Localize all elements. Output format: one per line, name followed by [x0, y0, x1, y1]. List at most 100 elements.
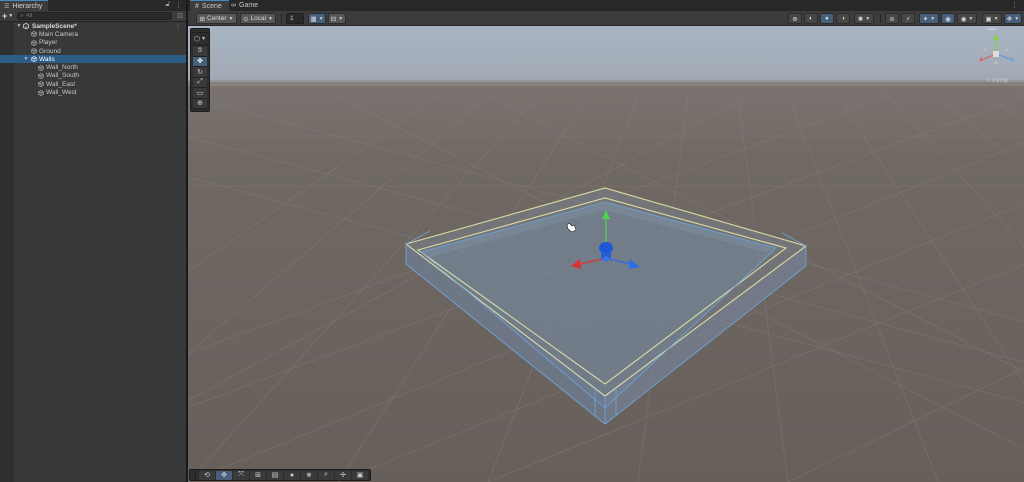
search-input[interactable] — [25, 13, 171, 19]
tree-row-main-camera[interactable]: Main Camera — [0, 30, 186, 38]
local-space-icon: ⊙ — [243, 15, 249, 23]
tree-row-wall-south[interactable]: Wall_South — [0, 72, 186, 80]
grid-icon: ⋇ — [306, 472, 312, 479]
view-tool-button[interactable]: ✋︎ — [193, 46, 207, 57]
gameobject-icon — [31, 48, 37, 54]
tree-row-scene[interactable]: ▼ SampleScene* ⋮ — [0, 22, 186, 30]
expand-arrow-icon[interactable]: ▼ — [23, 56, 29, 62]
transform-tool-button[interactable]: ⊕ — [193, 98, 207, 109]
scene-viewport[interactable]: ⬡ ▼ ✋︎ ✥ ↻ ⤢ ▭ ⊕ < Persp ⟲ ✥ ⤧ ⊞ ▤ ● ⋇ ⌕… — [188, 26, 1024, 482]
unlit-button[interactable]: ◑ — [836, 13, 850, 24]
transform-button[interactable]: ✢ — [335, 470, 351, 480]
projection-label[interactable]: < Persp — [987, 78, 1008, 84]
zoom-button[interactable]: ⌕ — [318, 470, 334, 480]
overlay-grip[interactable] — [192, 471, 196, 479]
tree-row-walls[interactable]: ▼ Walls — [0, 55, 186, 64]
snap-icon: ⊟ — [330, 15, 337, 23]
tree-row-ground[interactable]: Ground — [0, 47, 186, 55]
gameobject-icon — [38, 89, 44, 96]
camera-icon: ▣ — [356, 472, 364, 479]
row-menu-icon[interactable]: ⋮ — [175, 23, 181, 30]
rotate-tool-button[interactable]: ↻ — [193, 67, 207, 78]
panel-menu-icon[interactable]: ⋮ — [1011, 1, 1018, 9]
chevron-down-icon: ▼ — [268, 15, 273, 22]
tree-item-label: Wall_South — [46, 72, 79, 80]
effects-dropdown[interactable]: ✦ ▼ — [919, 13, 939, 24]
scene-visibility-button[interactable]: ◉ — [941, 13, 955, 24]
moon-icon: ◑ — [841, 15, 845, 22]
pivot-space-label: Local — [250, 15, 267, 22]
pivot-center-icon: ⊞ — [199, 15, 205, 23]
search-icon: ⌕ — [20, 12, 24, 19]
hidden-objects-dropdown[interactable]: ◉ ▼ — [957, 13, 977, 24]
chevron-down-icon: ▼ — [930, 15, 936, 22]
tree-item-label: Wall_West — [46, 89, 77, 97]
hierarchy-tree: ▼ SampleScene* ⋮ Main Camera Player Grou… — [0, 22, 186, 97]
shaded-wireframe-button[interactable]: ◐ — [804, 13, 818, 24]
tree-item-label: Main Camera — [39, 30, 79, 38]
hierarchy-tabbar: ☰ Hierarchy 🔓︎ ⋮ — [0, 0, 186, 11]
chevron-down-icon: ▼ — [968, 15, 974, 22]
expand-arrow-icon[interactable]: ▼ — [16, 23, 22, 29]
2d-toggle-button[interactable]: ⊘ — [885, 13, 899, 24]
rect-tool-button[interactable]: ▭ — [193, 88, 207, 99]
gizmos-dropdown[interactable]: ✥ ▼ — [1004, 13, 1022, 24]
tab-scene[interactable]: # Scene — [190, 0, 229, 11]
tree-item-label: Wall_North — [46, 64, 78, 72]
tree-item-label: Walls — [39, 55, 55, 63]
tree-row-wall-north[interactable]: Wall_North — [0, 63, 186, 71]
search-icon: ⌕ — [324, 471, 328, 478]
align-icon: ⤧ — [238, 471, 244, 478]
pivot-space-dropdown[interactable]: ⊙ Local ▼ — [240, 13, 276, 24]
grid-snap-input[interactable]: 1 — [286, 13, 304, 24]
effects-icon: ✦ — [922, 15, 929, 23]
gameobject-icon — [31, 31, 37, 38]
align-button[interactable]: ⤧ — [233, 470, 249, 480]
tree-item-label: Ground — [39, 47, 61, 55]
snap-settings-dropdown[interactable]: ⊟ ▼ — [328, 13, 346, 24]
tab-game[interactable]: ∞ Game — [226, 0, 265, 11]
move-arrows-icon: ✥ — [197, 58, 203, 66]
move-tool-button[interactable]: ✥ — [193, 56, 207, 67]
bug-icon: ✺ — [857, 15, 864, 23]
camera-settings-dropdown[interactable]: ▣ ▼ — [982, 13, 1002, 24]
pivot-mode-dropdown[interactable]: ⊞ Center ▼ — [196, 13, 237, 24]
tree-row-wall-west[interactable]: Wall_West — [0, 88, 186, 96]
orbit-button[interactable]: ⟲ — [199, 470, 215, 480]
scale-tool-button[interactable]: ⤢ — [193, 77, 207, 88]
shaded-button[interactable]: ● — [820, 13, 834, 24]
layout-button[interactable]: ▤ — [267, 470, 283, 480]
panel-menu-icon[interactable]: ⋮ — [175, 1, 182, 9]
pivot-mode-label: Center — [207, 15, 227, 22]
scene-tabbar: # Scene ∞ Game ⋮ — [188, 0, 1024, 11]
snap-button[interactable]: ⊞ — [250, 470, 266, 480]
scene-name: SampleScene* — [32, 22, 77, 30]
tree-row-wall-east[interactable]: Wall_East — [0, 80, 186, 88]
add-object-button[interactable]: + ▼ — [2, 11, 13, 21]
gameobject-icon — [38, 64, 44, 71]
gameobject-icon — [38, 73, 44, 79]
sphere-button[interactable]: ● — [284, 470, 300, 480]
gameobject-icon — [38, 81, 44, 88]
tree-row-player[interactable]: Player — [0, 39, 186, 47]
scene-panel: # Scene ∞ Game ⋮ ⊞ Center ▼ ⊙ Local ▼ 1 … — [188, 0, 1024, 482]
hierarchy-search[interactable]: ⌕ — [17, 12, 172, 20]
hierarchy-toolbar: +▼ ⌕ ⊡ — [0, 11, 186, 22]
scene-search-icon[interactable]: ⊡ — [176, 12, 184, 20]
transform-icon: ✢ — [340, 472, 346, 479]
camera-button[interactable]: ▣ — [352, 470, 368, 480]
scene-render — [188, 26, 1024, 482]
hierarchy-tab[interactable]: ☰ Hierarchy — [0, 0, 49, 11]
lock-icon[interactable]: 🔓︎ — [165, 1, 170, 9]
tool-settings-dropdown[interactable]: ⬡ ▼ — [191, 33, 209, 46]
layout-icon: ▤ — [271, 472, 279, 479]
grid-align-button[interactable]: ⋇ — [301, 470, 317, 480]
grid-visibility-dropdown[interactable]: ▦ ▼ — [308, 13, 326, 24]
draw-mode-button[interactable]: ⊕ — [788, 13, 802, 24]
pan-button[interactable]: ✥ — [216, 470, 232, 480]
debug-draw-dropdown[interactable]: ✺ ▼ — [854, 13, 874, 24]
hierarchy-tab-label: Hierarchy — [12, 2, 43, 10]
hierarchy-panel: ☰ Hierarchy 🔓︎ ⋮ +▼ ⌕ ⊡ ▼ SampleScene* ⋮ — [0, 0, 187, 482]
globe-icon: ⊕ — [792, 15, 798, 23]
lighting-toggle-button[interactable]: ⚡︎ — [901, 13, 915, 24]
